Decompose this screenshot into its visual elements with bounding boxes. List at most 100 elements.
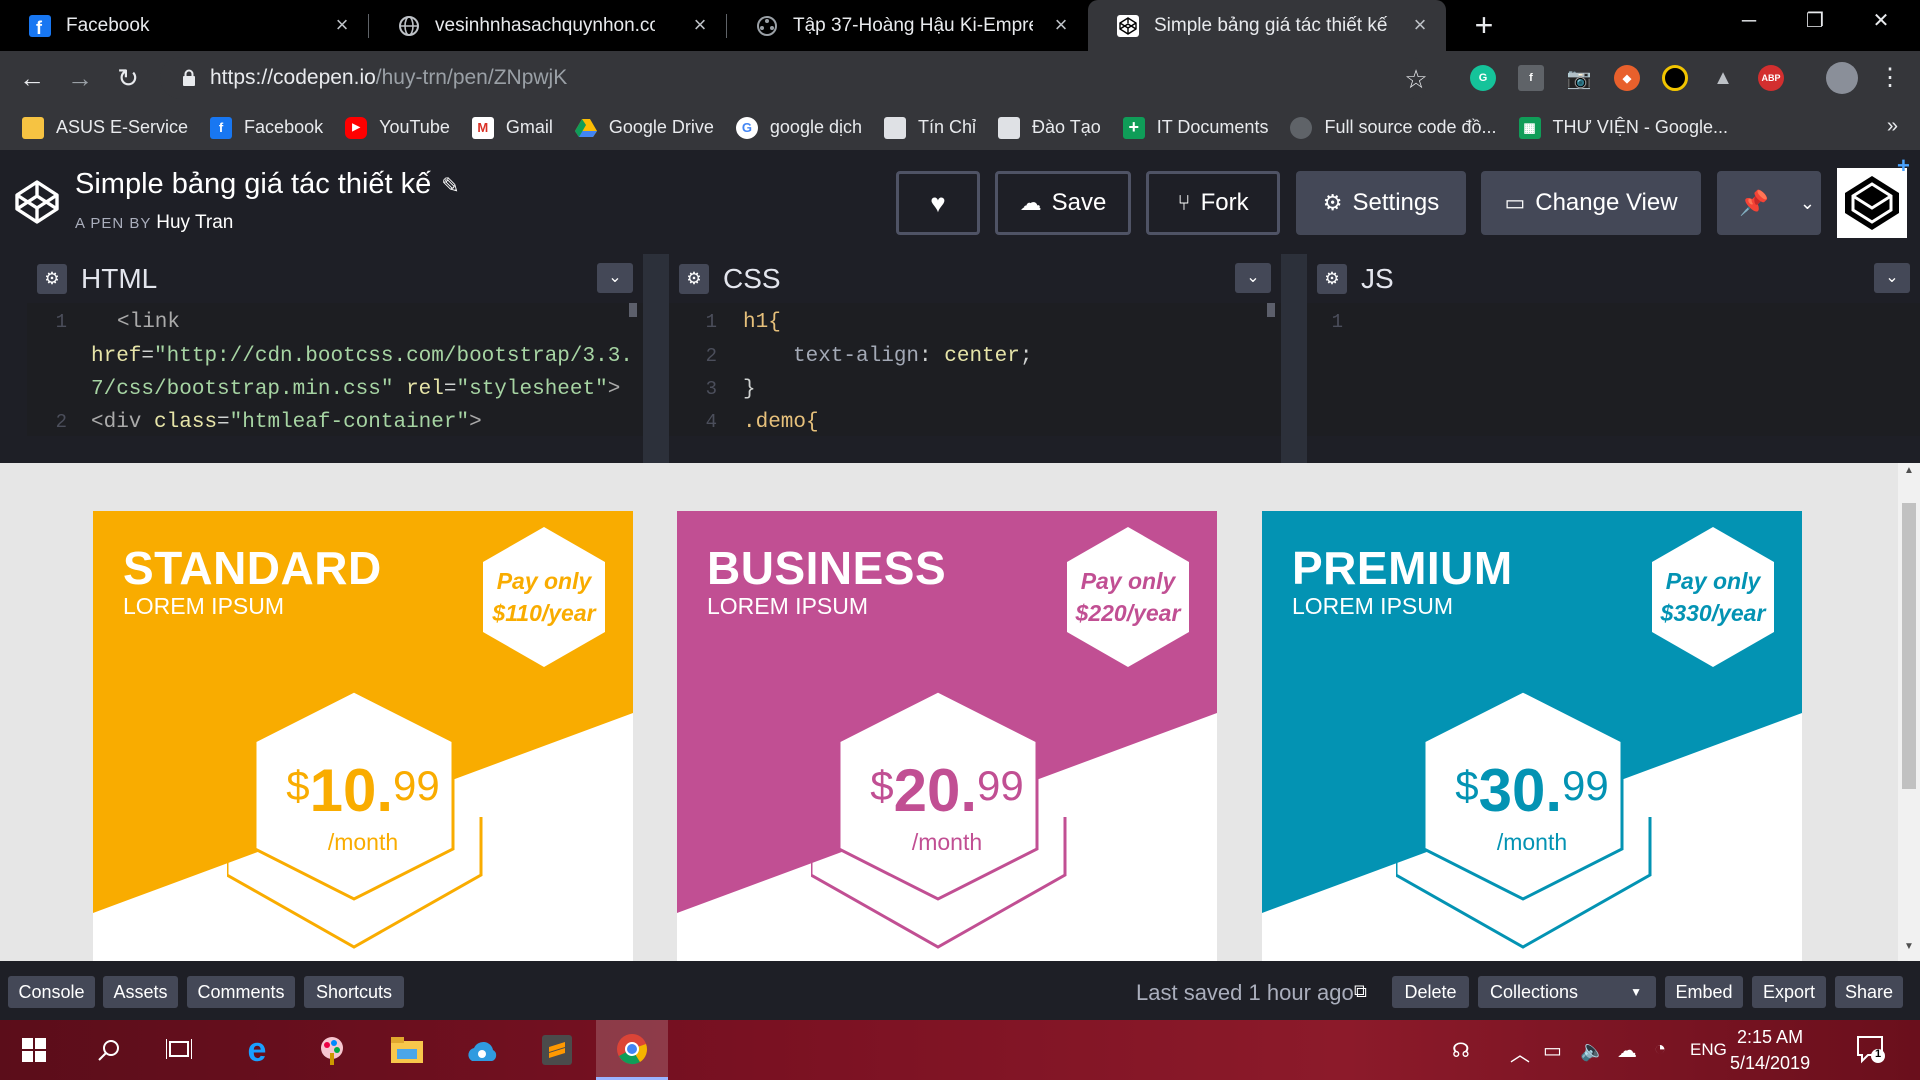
js-code-area[interactable]: 1: [1307, 303, 1920, 436]
change-view-button[interactable]: ▭ Change View: [1481, 171, 1701, 235]
bookmark-youtube[interactable]: ▶ YouTube: [345, 116, 450, 139]
people-icon[interactable]: ☊: [1452, 1038, 1470, 1063]
close-icon[interactable]: ×: [330, 13, 354, 37]
fox-icon[interactable]: ◆: [1614, 65, 1640, 91]
plan-name: BUSINESS: [707, 542, 947, 594]
scrollbar-thumb[interactable]: [1902, 503, 1916, 789]
new-tab-button[interactable]: +: [1466, 8, 1502, 44]
export-button[interactable]: Export: [1752, 976, 1826, 1008]
tab-empress[interactable]: Tập 37-Hoàng Hậu Ki-Empress K ×: [727, 0, 1087, 51]
language-indicator[interactable]: ENG: [1690, 1040, 1727, 1060]
bookmark-drive[interactable]: Google Drive: [574, 117, 714, 139]
gear-icon[interactable]: ⚙: [37, 263, 67, 294]
tab-facebook[interactable]: f Facebook ×: [0, 0, 368, 51]
tab-vesinh[interactable]: vesinhnhasachquynhon.com ×: [369, 0, 726, 51]
close-icon[interactable]: ×: [1408, 13, 1432, 37]
preview-scrollbar[interactable]: ▲ ▼: [1898, 463, 1920, 961]
task-view-icon[interactable]: [147, 1020, 211, 1080]
windows-start-icon[interactable]: [2, 1020, 66, 1080]
bookmark-google-dich[interactable]: Ggoogle dịch: [735, 116, 862, 139]
pane-resizer[interactable]: [1281, 254, 1307, 463]
profile-avatar[interactable]: [1826, 62, 1858, 94]
share-button[interactable]: Share: [1835, 976, 1903, 1008]
pencil-icon[interactable]: ✎: [441, 173, 459, 198]
address-bar[interactable]: https://codepen.io/huy-trn/pen/ZNpwjK ☆: [160, 57, 1430, 99]
bookmark-star-icon[interactable]: ☆: [1402, 65, 1430, 93]
chrome-icon[interactable]: [596, 1020, 668, 1080]
sublime-icon[interactable]: [525, 1020, 589, 1080]
bookmark-it-documents[interactable]: + IT Documents: [1122, 116, 1268, 139]
bookmark-gmail[interactable]: M Gmail: [471, 116, 553, 139]
gear-icon[interactable]: ⚙: [679, 263, 709, 294]
plus-icon: +: [1122, 116, 1145, 139]
forward-button[interactable]: →: [62, 61, 98, 97]
scroll-down-arrow[interactable]: ▼: [1898, 941, 1920, 959]
reload-button[interactable]: ↻: [110, 61, 146, 97]
heart-button[interactable]: ♥: [896, 171, 980, 235]
bookmark-dao-tao[interactable]: Đào Tạo: [998, 116, 1101, 139]
external-link-icon[interactable]: ⧉: [1354, 981, 1378, 1005]
camera-icon[interactable]: 📷: [1566, 65, 1592, 91]
edge-icon[interactable]: e: [225, 1020, 289, 1080]
wifi-icon[interactable]: ◔: [1654, 1038, 1666, 1061]
price-integer: 10.: [309, 757, 394, 824]
system-clock[interactable]: 2:15 AM 5/14/2019: [1730, 1024, 1810, 1076]
html-code-area[interactable]: 1 <link href="http://cdn.bootcss.com/boo…: [27, 303, 643, 436]
search-icon[interactable]: [77, 1020, 141, 1080]
gear-icon[interactable]: ⚙: [1317, 263, 1347, 294]
author-link[interactable]: Huy Tran: [156, 212, 233, 233]
pin-button[interactable]: 📌 ⌄: [1717, 171, 1821, 235]
chevron-down-icon[interactable]: ⌄: [1800, 193, 1815, 214]
close-window-button[interactable]: ✕: [1848, 0, 1914, 42]
comments-button[interactable]: Comments: [187, 976, 295, 1008]
menu-kebab-icon[interactable]: ⋮: [1872, 61, 1908, 97]
grammarly-icon[interactable]: G: [1470, 65, 1496, 91]
codepen-logo-icon[interactable]: [14, 179, 60, 225]
volume-icon[interactable]: 🔈: [1580, 1038, 1605, 1063]
restore-button[interactable]: ❐: [1782, 0, 1848, 42]
bookmark-tin-chi[interactable]: Tín Chỉ: [883, 116, 976, 139]
chevron-down-icon[interactable]: ⌄: [597, 263, 633, 293]
close-icon[interactable]: ×: [1049, 13, 1073, 37]
scroll-up-arrow[interactable]: ▲: [1898, 465, 1920, 483]
save-button[interactable]: ☁ Save: [995, 171, 1131, 235]
console-button[interactable]: Console: [8, 976, 95, 1008]
chevron-down-icon[interactable]: ⌄: [1874, 263, 1910, 293]
battery-icon[interactable]: ▭: [1543, 1038, 1562, 1063]
close-icon[interactable]: ×: [688, 13, 712, 37]
bookmark-thu-vien[interactable]: ▦ THƯ VIỆN - Google...: [1518, 116, 1728, 139]
chevron-down-icon[interactable]: ⌄: [1235, 263, 1271, 293]
css-code-area[interactable]: 1 h1{ 2 text-align: center; 3 } 4 .demo{: [669, 303, 1281, 436]
cloud-app-icon[interactable]: [450, 1020, 514, 1080]
file-explorer-icon[interactable]: [375, 1020, 439, 1080]
collections-dropdown[interactable]: Collections ▼: [1478, 976, 1656, 1008]
bookmark-full-source[interactable]: Full source code đồ...: [1290, 116, 1497, 139]
scrollbar[interactable]: [1267, 303, 1275, 317]
bookmark-facebook[interactable]: f Facebook: [210, 116, 323, 139]
notification-center-icon[interactable]: 1: [1856, 1034, 1886, 1070]
settings-button[interactable]: ⚙ Settings: [1296, 171, 1466, 235]
delete-button[interactable]: Delete: [1392, 976, 1469, 1008]
scrollbar[interactable]: [629, 303, 637, 317]
shortcuts-button[interactable]: Shortcuts: [304, 976, 404, 1008]
chevron-up-icon[interactable]: ︿: [1510, 1038, 1530, 1067]
plus-icon[interactable]: +: [1897, 153, 1910, 179]
embed-button[interactable]: Embed: [1665, 976, 1743, 1008]
moon-icon[interactable]: [1662, 65, 1688, 91]
bookmarks-overflow-button[interactable]: »: [1887, 115, 1898, 138]
tab-codepen[interactable]: Simple bảng giá tác thiết kế ×: [1088, 0, 1446, 51]
bookmark-asus[interactable]: ASUS E-Service: [22, 116, 188, 139]
assets-button[interactable]: Assets: [103, 976, 178, 1008]
minimize-button[interactable]: ─: [1716, 0, 1782, 42]
paint-icon[interactable]: [300, 1020, 364, 1080]
bookmark-label: Full source code đồ...: [1324, 117, 1497, 137]
fork-button[interactable]: ⑂ Fork: [1146, 171, 1280, 235]
adblock-icon[interactable]: ABP: [1758, 65, 1784, 91]
facebook-icon[interactable]: f: [1518, 65, 1544, 91]
pen-title[interactable]: Simple bảng giá tác thiết kế ✎: [75, 168, 460, 201]
back-button[interactable]: ←: [14, 61, 50, 97]
onedrive-icon[interactable]: ☁: [1617, 1038, 1637, 1063]
price-period: /month: [327, 829, 399, 855]
drive-icon[interactable]: ▲: [1710, 65, 1736, 91]
pane-resizer[interactable]: [643, 254, 669, 463]
